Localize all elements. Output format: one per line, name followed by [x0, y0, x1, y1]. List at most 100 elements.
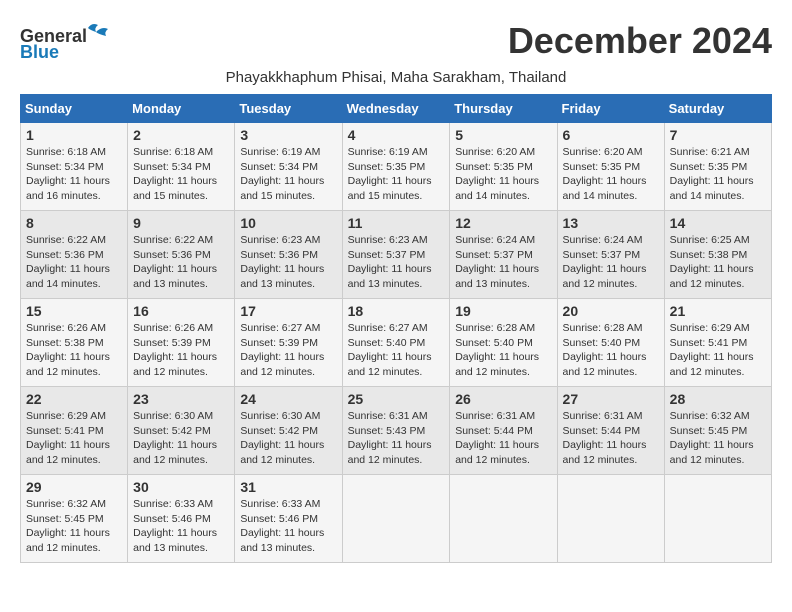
- day-number: 24: [240, 391, 336, 407]
- table-cell: 4 Sunrise: 6:19 AMSunset: 5:35 PMDayligh…: [342, 123, 450, 211]
- day-info: Sunrise: 6:32 AMSunset: 5:45 PMDaylight:…: [670, 409, 766, 468]
- table-cell: [450, 475, 557, 563]
- table-cell: 9 Sunrise: 6:22 AMSunset: 5:36 PMDayligh…: [128, 211, 235, 299]
- table-cell: 29 Sunrise: 6:32 AMSunset: 5:45 PMDaylig…: [21, 475, 128, 563]
- header-row: Sunday Monday Tuesday Wednesday Thursday…: [21, 95, 772, 123]
- day-number: 25: [348, 391, 445, 407]
- table-cell: 14 Sunrise: 6:25 AMSunset: 5:38 PMDaylig…: [664, 211, 771, 299]
- day-number: 10: [240, 215, 336, 231]
- table-cell: 13 Sunrise: 6:24 AMSunset: 5:37 PMDaylig…: [557, 211, 664, 299]
- table-cell: 10 Sunrise: 6:23 AMSunset: 5:36 PMDaylig…: [235, 211, 342, 299]
- col-sunday: Sunday: [21, 95, 128, 123]
- day-info: Sunrise: 6:31 AMSunset: 5:43 PMDaylight:…: [348, 409, 445, 468]
- day-info: Sunrise: 6:27 AMSunset: 5:40 PMDaylight:…: [348, 321, 445, 380]
- table-row: 29 Sunrise: 6:32 AMSunset: 5:45 PMDaylig…: [21, 475, 772, 563]
- col-saturday: Saturday: [664, 95, 771, 123]
- col-thursday: Thursday: [450, 95, 557, 123]
- table-cell: 11 Sunrise: 6:23 AMSunset: 5:37 PMDaylig…: [342, 211, 450, 299]
- day-number: 26: [455, 391, 551, 407]
- day-info: Sunrise: 6:26 AMSunset: 5:39 PMDaylight:…: [133, 321, 229, 380]
- svg-text:Blue: Blue: [20, 42, 59, 62]
- day-number: 11: [348, 215, 445, 231]
- table-cell: 17 Sunrise: 6:27 AMSunset: 5:39 PMDaylig…: [235, 299, 342, 387]
- day-number: 9: [133, 215, 229, 231]
- day-info: Sunrise: 6:30 AMSunset: 5:42 PMDaylight:…: [133, 409, 229, 468]
- day-info: Sunrise: 6:29 AMSunset: 5:41 PMDaylight:…: [670, 321, 766, 380]
- month-title: December 2024: [508, 20, 772, 62]
- day-info: Sunrise: 6:23 AMSunset: 5:37 PMDaylight:…: [348, 233, 445, 292]
- day-number: 12: [455, 215, 551, 231]
- day-info: Sunrise: 6:22 AMSunset: 5:36 PMDaylight:…: [133, 233, 229, 292]
- day-info: Sunrise: 6:18 AMSunset: 5:34 PMDaylight:…: [133, 145, 229, 204]
- day-number: 30: [133, 479, 229, 495]
- day-info: Sunrise: 6:24 AMSunset: 5:37 PMDaylight:…: [455, 233, 551, 292]
- day-number: 20: [563, 303, 659, 319]
- table-row: 15 Sunrise: 6:26 AMSunset: 5:38 PMDaylig…: [21, 299, 772, 387]
- day-info: Sunrise: 6:26 AMSunset: 5:38 PMDaylight:…: [26, 321, 122, 380]
- day-number: 14: [670, 215, 766, 231]
- day-number: 17: [240, 303, 336, 319]
- day-number: 28: [670, 391, 766, 407]
- day-info: Sunrise: 6:28 AMSunset: 5:40 PMDaylight:…: [455, 321, 551, 380]
- day-info: Sunrise: 6:29 AMSunset: 5:41 PMDaylight:…: [26, 409, 122, 468]
- day-number: 2: [133, 127, 229, 143]
- col-wednesday: Wednesday: [342, 95, 450, 123]
- day-number: 16: [133, 303, 229, 319]
- table-cell: 21 Sunrise: 6:29 AMSunset: 5:41 PMDaylig…: [664, 299, 771, 387]
- day-info: Sunrise: 6:22 AMSunset: 5:36 PMDaylight:…: [26, 233, 122, 292]
- table-cell: 22 Sunrise: 6:29 AMSunset: 5:41 PMDaylig…: [21, 387, 128, 475]
- table-row: 8 Sunrise: 6:22 AMSunset: 5:36 PMDayligh…: [21, 211, 772, 299]
- subtitle: Phayakkhaphum Phisai, Maha Sarakham, Tha…: [20, 69, 772, 86]
- day-number: 3: [240, 127, 336, 143]
- day-info: Sunrise: 6:19 AMSunset: 5:35 PMDaylight:…: [348, 145, 445, 204]
- day-number: 22: [26, 391, 122, 407]
- day-number: 19: [455, 303, 551, 319]
- table-cell: 19 Sunrise: 6:28 AMSunset: 5:40 PMDaylig…: [450, 299, 557, 387]
- table-cell: [342, 475, 450, 563]
- table-cell: 25 Sunrise: 6:31 AMSunset: 5:43 PMDaylig…: [342, 387, 450, 475]
- table-cell: 23 Sunrise: 6:30 AMSunset: 5:42 PMDaylig…: [128, 387, 235, 475]
- page-header: General Blue December 2024: [20, 20, 772, 65]
- table-cell: 15 Sunrise: 6:26 AMSunset: 5:38 PMDaylig…: [21, 299, 128, 387]
- day-info: Sunrise: 6:23 AMSunset: 5:36 PMDaylight:…: [240, 233, 336, 292]
- table-cell: 2 Sunrise: 6:18 AMSunset: 5:34 PMDayligh…: [128, 123, 235, 211]
- day-number: 21: [670, 303, 766, 319]
- table-cell: 7 Sunrise: 6:21 AMSunset: 5:35 PMDayligh…: [664, 123, 771, 211]
- table-cell: 27 Sunrise: 6:31 AMSunset: 5:44 PMDaylig…: [557, 387, 664, 475]
- day-number: 5: [455, 127, 551, 143]
- day-info: Sunrise: 6:27 AMSunset: 5:39 PMDaylight:…: [240, 321, 336, 380]
- day-info: Sunrise: 6:31 AMSunset: 5:44 PMDaylight:…: [563, 409, 659, 468]
- day-info: Sunrise: 6:31 AMSunset: 5:44 PMDaylight:…: [455, 409, 551, 468]
- day-info: Sunrise: 6:30 AMSunset: 5:42 PMDaylight:…: [240, 409, 336, 468]
- table-cell: 16 Sunrise: 6:26 AMSunset: 5:39 PMDaylig…: [128, 299, 235, 387]
- day-number: 27: [563, 391, 659, 407]
- table-cell: 20 Sunrise: 6:28 AMSunset: 5:40 PMDaylig…: [557, 299, 664, 387]
- day-number: 15: [26, 303, 122, 319]
- table-cell: 5 Sunrise: 6:20 AMSunset: 5:35 PMDayligh…: [450, 123, 557, 211]
- day-info: Sunrise: 6:24 AMSunset: 5:37 PMDaylight:…: [563, 233, 659, 292]
- day-number: 31: [240, 479, 336, 495]
- day-info: Sunrise: 6:25 AMSunset: 5:38 PMDaylight:…: [670, 233, 766, 292]
- table-cell: 1 Sunrise: 6:18 AMSunset: 5:34 PMDayligh…: [21, 123, 128, 211]
- day-info: Sunrise: 6:32 AMSunset: 5:45 PMDaylight:…: [26, 497, 122, 556]
- table-row: 22 Sunrise: 6:29 AMSunset: 5:41 PMDaylig…: [21, 387, 772, 475]
- logo: General Blue: [20, 20, 115, 65]
- col-monday: Monday: [128, 95, 235, 123]
- logo-svg: General Blue: [20, 20, 115, 65]
- day-info: Sunrise: 6:20 AMSunset: 5:35 PMDaylight:…: [455, 145, 551, 204]
- table-cell: 6 Sunrise: 6:20 AMSunset: 5:35 PMDayligh…: [557, 123, 664, 211]
- day-number: 23: [133, 391, 229, 407]
- day-info: Sunrise: 6:33 AMSunset: 5:46 PMDaylight:…: [133, 497, 229, 556]
- table-cell: 31 Sunrise: 6:33 AMSunset: 5:46 PMDaylig…: [235, 475, 342, 563]
- table-cell: 3 Sunrise: 6:19 AMSunset: 5:34 PMDayligh…: [235, 123, 342, 211]
- day-number: 1: [26, 127, 122, 143]
- col-tuesday: Tuesday: [235, 95, 342, 123]
- day-info: Sunrise: 6:18 AMSunset: 5:34 PMDaylight:…: [26, 145, 122, 204]
- day-info: Sunrise: 6:19 AMSunset: 5:34 PMDaylight:…: [240, 145, 336, 204]
- day-info: Sunrise: 6:33 AMSunset: 5:46 PMDaylight:…: [240, 497, 336, 556]
- day-number: 18: [348, 303, 445, 319]
- table-cell: 28 Sunrise: 6:32 AMSunset: 5:45 PMDaylig…: [664, 387, 771, 475]
- day-info: Sunrise: 6:21 AMSunset: 5:35 PMDaylight:…: [670, 145, 766, 204]
- day-number: 7: [670, 127, 766, 143]
- table-cell: 30 Sunrise: 6:33 AMSunset: 5:46 PMDaylig…: [128, 475, 235, 563]
